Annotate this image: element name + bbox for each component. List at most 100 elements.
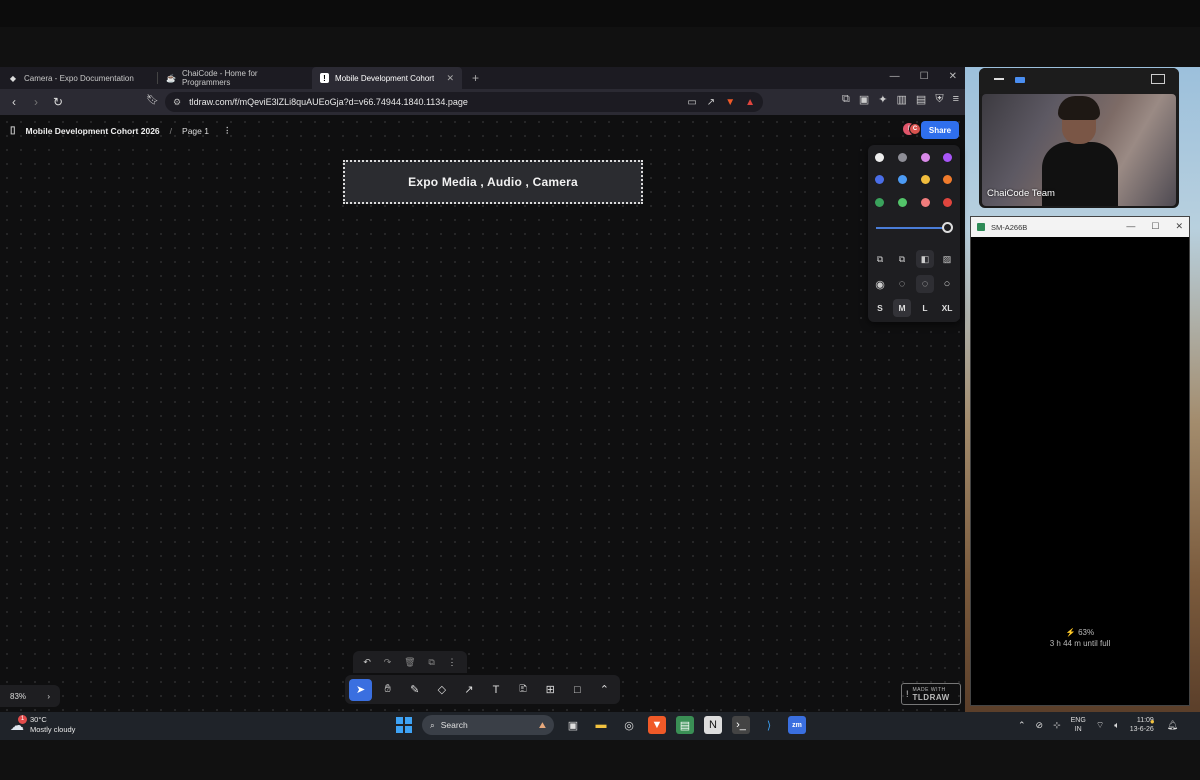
bookmark-icon[interactable]: 🔖︎ (146, 95, 159, 106)
color-swatch-light-violet[interactable] (921, 153, 930, 162)
canvas-text-shape[interactable]: Expo Media , Audio , Camera (343, 160, 643, 204)
color-swatch-grey[interactable] (898, 153, 907, 162)
forward-icon[interactable]: › (30, 95, 42, 109)
file-name[interactable]: Mobile Development Cohort 2026 (26, 126, 160, 136)
size-m-button[interactable]: M (893, 299, 911, 317)
share-page-icon[interactable]: ↗ (707, 97, 715, 108)
size-s-button[interactable]: S (871, 299, 889, 317)
color-swatch-green[interactable] (875, 198, 884, 207)
maximize-icon[interactable]: ☐ (920, 71, 929, 82)
text-tool-icon[interactable]: T (484, 679, 507, 701)
meet-icon[interactable]: ⊘ (1036, 720, 1044, 731)
rectangle-tool-icon[interactable]: □ (566, 679, 589, 701)
fill-none-icon[interactable]: ⧉ (871, 250, 889, 268)
notion-icon[interactable]: N (704, 716, 722, 734)
wallet-icon[interactable]: ▤ (916, 93, 926, 106)
site-settings-icon[interactable]: ⚙ (173, 97, 181, 108)
page-menu-icon[interactable]: ⋮ (223, 125, 232, 136)
chrome-icon[interactable]: ◎ (620, 716, 638, 734)
file-explorer-icon[interactable]: ▬ (592, 716, 610, 734)
delete-icon[interactable]: 🗑︎ (404, 657, 415, 668)
color-swatch-orange[interactable] (943, 175, 952, 184)
more-actions-icon[interactable]: ⋮ (448, 657, 457, 668)
more-tools-icon[interactable]: ⌃ (593, 679, 616, 701)
minimize-icon[interactable] (994, 78, 1004, 80)
hand-tool-icon[interactable]: ✋︎ (376, 679, 399, 701)
sidebar-icon[interactable]: ▥ (897, 93, 907, 106)
notification-icon[interactable]: 🔔︎ (1167, 720, 1178, 731)
fill-solid-icon[interactable]: ◧ (916, 250, 934, 268)
tab-chaicode[interactable]: ☕ ChaiCode - Home for Programmers (158, 67, 312, 89)
tab-tldraw[interactable]: ! Mobile Development Cohort 20... ✕ (312, 67, 462, 89)
note-tool-icon[interactable]: 🗈︎ (512, 679, 535, 701)
made-with-tldraw-badge[interactable]: ! MADE WITH TLDRAW (901, 683, 961, 705)
asset-tool-icon[interactable]: ⊞ (539, 679, 562, 701)
dash-dashed-icon[interactable]: ◌ (893, 275, 911, 293)
color-swatch-violet[interactable] (943, 153, 952, 162)
size-xl-button[interactable]: XL (938, 299, 956, 317)
menu-icon[interactable]: ≡ (953, 93, 959, 106)
dash-dotted-icon[interactable]: ◌ (916, 275, 934, 293)
reload-icon[interactable]: ↻ (52, 95, 64, 109)
view-layout-icon[interactable] (1151, 74, 1165, 84)
color-swatch-blue[interactable] (875, 175, 884, 184)
brave-icon[interactable]: ▼ (648, 716, 666, 734)
network-icon[interactable]: ⊹ (1053, 720, 1061, 731)
tldraw-canvas[interactable]: ▯ Mobile Development Cohort 2026 / Page … (0, 115, 965, 712)
color-swatch-light-blue[interactable] (898, 175, 907, 184)
close-tab-icon[interactable]: ✕ (446, 73, 454, 84)
zoom-menu[interactable]: 83% › (0, 685, 60, 707)
color-swatch-white[interactable] (875, 153, 884, 162)
new-tab-icon[interactable]: + (472, 71, 479, 85)
color-swatch-yellow[interactable] (921, 175, 930, 184)
color-swatch-red[interactable] (943, 198, 952, 207)
android-studio-icon[interactable]: ▤ (676, 716, 694, 734)
page-name[interactable]: Page 1 (182, 126, 209, 136)
tab-expo-docs[interactable]: ◆ Camera - Expo Documentation (0, 67, 158, 89)
language-indicator[interactable]: ENG IN (1071, 716, 1086, 734)
dash-draw-icon[interactable]: ◉ (871, 275, 889, 293)
minimap-toggle-icon[interactable]: › (47, 692, 50, 701)
close-window-icon[interactable]: ✕ (949, 71, 957, 82)
fill-pattern-icon[interactable]: ▨ (938, 250, 956, 268)
share-button[interactable]: Share (921, 121, 959, 139)
duplicate-icon[interactable]: ⧉ (428, 657, 434, 668)
windows-start-icon[interactable] (396, 717, 412, 733)
color-swatch-light-green[interactable] (898, 198, 907, 207)
terminal-icon[interactable]: ›_ (732, 716, 750, 734)
brave-rewards-icon[interactable]: ▲ (745, 97, 755, 108)
eraser-tool-icon[interactable]: ◇ (430, 679, 453, 701)
minimize-icon[interactable]: — (1126, 221, 1135, 232)
color-swatch-light-red[interactable] (921, 198, 930, 207)
avatar[interactable]: C (909, 123, 921, 135)
size-l-button[interactable]: L (916, 299, 934, 317)
wifi-icon[interactable]: ⌔ (1096, 720, 1104, 731)
maximize-icon[interactable]: ☐ (1151, 221, 1159, 232)
sidebar-toggle-icon[interactable]: ▯ (10, 125, 16, 136)
extensions-icon[interactable]: ⧉ (842, 93, 850, 106)
ai-icon[interactable]: ✦ (878, 93, 887, 106)
opacity-slider-handle[interactable] (942, 222, 953, 233)
reader-icon[interactable]: ▣ (859, 93, 869, 106)
vscode-icon[interactable]: ⟩ (760, 716, 778, 734)
redo-icon[interactable]: ↷ (384, 657, 392, 668)
opacity-slider-track[interactable] (876, 227, 948, 229)
draw-tool-icon[interactable]: ✎ (403, 679, 426, 701)
undo-icon[interactable]: ↶ (363, 657, 371, 668)
taskbar-search[interactable]: ⌕ Search ⛰ (422, 715, 554, 735)
close-window-icon[interactable]: ✕ (1175, 221, 1183, 232)
weather-widget[interactable]: ☁ 1 30°C Mostly cloudy (10, 714, 75, 735)
fill-semi-icon[interactable]: ⧉ (893, 250, 911, 268)
arrow-tool-icon[interactable]: ↗ (457, 679, 480, 701)
cast-icon[interactable]: ▭ (687, 97, 696, 108)
dash-solid-icon[interactable]: ○ (938, 275, 956, 293)
task-view-icon[interactable]: ▣ (564, 716, 582, 734)
chevron-up-icon[interactable]: ⌃ (1018, 720, 1026, 731)
volume-icon[interactable]: 🔈︎ (1114, 720, 1119, 731)
back-icon[interactable]: ‹ (8, 95, 20, 109)
zoom-icon[interactable]: zm (788, 716, 806, 734)
vpn-icon[interactable]: ⛨ (935, 93, 943, 106)
select-tool-icon[interactable]: ➤ (349, 678, 373, 701)
brave-shield-icon[interactable]: ▼ (725, 97, 735, 108)
address-bar[interactable]: ⚙ tldraw.com/f/mQeviE3lZLi8quAUEoGja?d=v… (165, 92, 763, 112)
